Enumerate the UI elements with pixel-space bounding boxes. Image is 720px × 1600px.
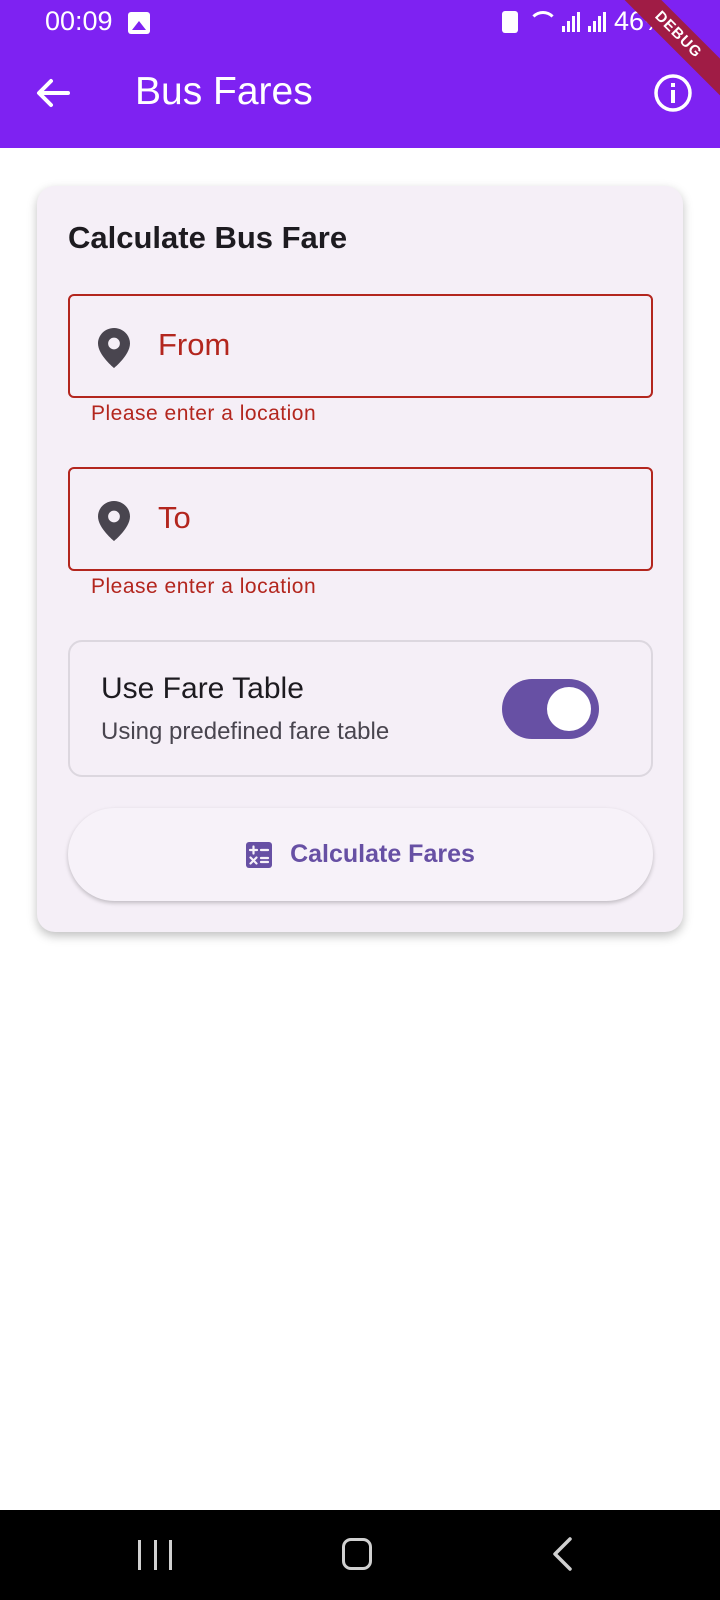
top-bar: 00:09 46% Bus Fares DEBUG: [0, 0, 720, 148]
fare-table-toggle[interactable]: [502, 679, 599, 739]
calculate-fares-button[interactable]: Calculate Fares: [68, 808, 653, 901]
system-nav-bar: [0, 1510, 720, 1600]
page-title: Bus Fares: [135, 70, 313, 113]
app-bar: Bus Fares: [0, 48, 720, 148]
gallery-notification-icon: [128, 12, 150, 34]
battery-saver-icon: [501, 10, 518, 33]
to-placeholder: To: [158, 500, 191, 535]
system-back-icon[interactable]: [548, 1536, 578, 1572]
location-pin-icon: [98, 328, 130, 368]
back-button[interactable]: [30, 70, 76, 116]
calculate-icon: [246, 841, 273, 868]
info-button[interactable]: [650, 70, 696, 116]
status-bar: 00:09 46%: [0, 0, 720, 48]
card-title: Calculate Bus Fare: [68, 220, 348, 255]
from-field[interactable]: From: [68, 294, 653, 398]
toggle-knob: [547, 687, 591, 731]
to-error: Please enter a location: [91, 575, 317, 598]
status-time: 00:09: [45, 6, 113, 36]
from-error: Please enter a location: [91, 402, 317, 425]
wifi-icon: [526, 10, 558, 33]
home-button[interactable]: [342, 1538, 372, 1570]
from-placeholder: From: [158, 327, 231, 362]
info-circle-icon: [654, 74, 692, 112]
to-field[interactable]: To: [68, 467, 653, 571]
fare-calculator-card: Calculate Bus Fare From Please enter a l…: [37, 186, 683, 932]
screen: 00:09 46% Bus Fares DEBUG Calculate Bus …: [0, 0, 720, 1600]
location-pin-icon: [98, 501, 130, 541]
calculate-fares-label: Calculate Fares: [290, 840, 475, 868]
signal-icon-2: [587, 11, 606, 32]
fare-table-subtitle: Using predefined fare table: [101, 718, 390, 745]
arrow-left-icon: [37, 79, 70, 107]
fare-table-setting: Use Fare Table Using predefined fare tab…: [68, 640, 653, 777]
recents-button[interactable]: [138, 1540, 172, 1570]
signal-icon: [561, 11, 580, 32]
fare-table-title: Use Fare Table: [101, 672, 304, 705]
